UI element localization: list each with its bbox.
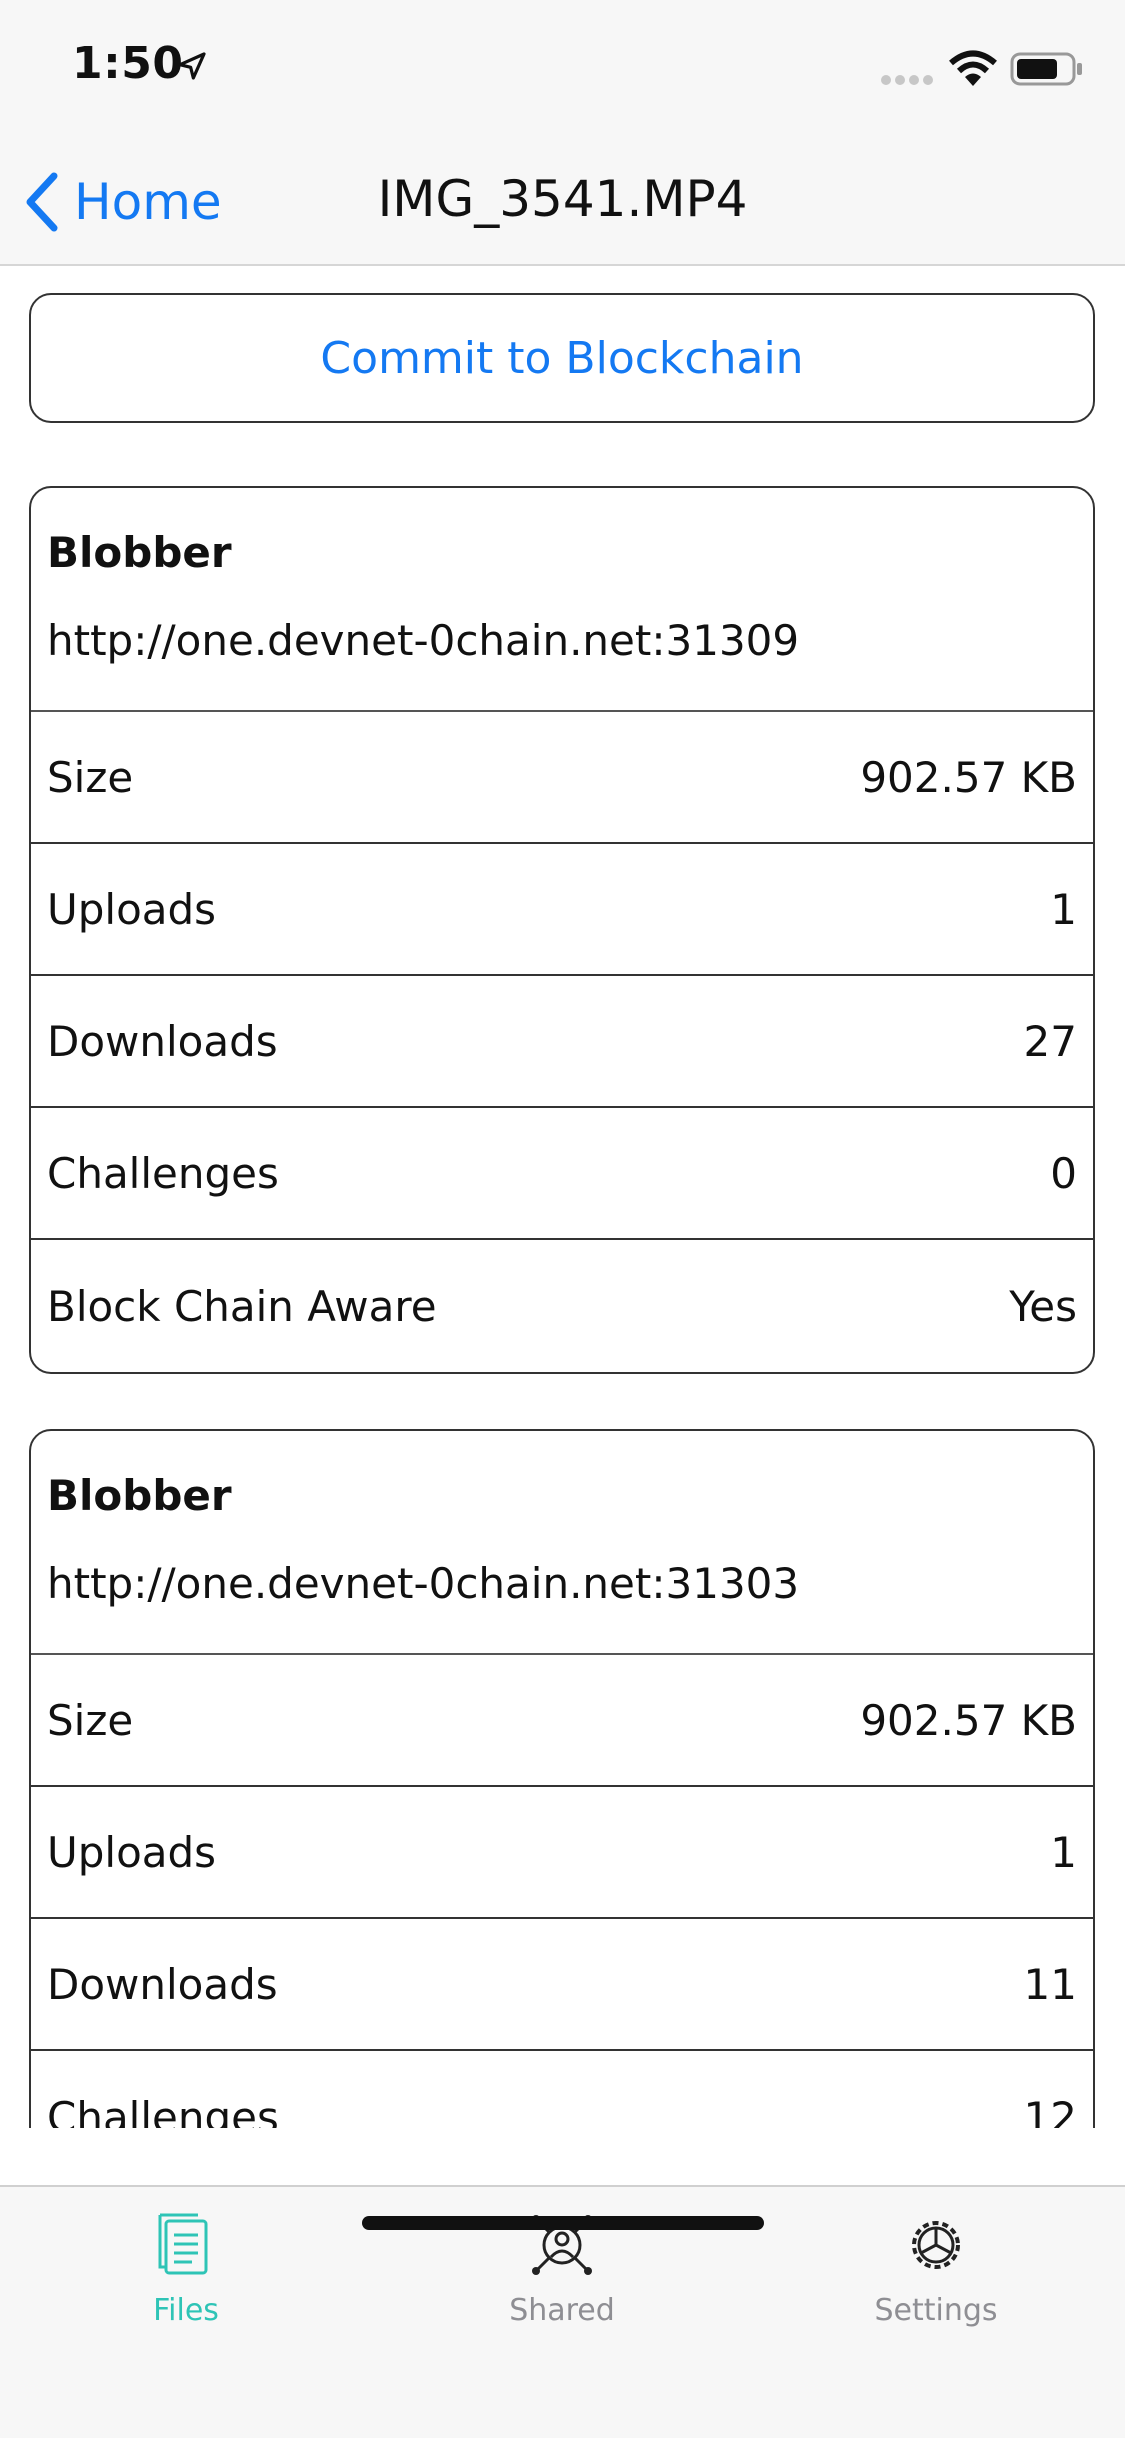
- row-label: Uploads: [47, 1827, 217, 1877]
- tab-files[interactable]: Files: [46, 2187, 326, 2387]
- tab-label: Settings: [874, 2293, 998, 2328]
- row-value: 0: [1050, 1148, 1077, 1198]
- row-value: 902.57 KB: [860, 752, 1077, 802]
- row-label: Block Chain Aware: [47, 1281, 437, 1331]
- blobber-url: http://one.devnet-0chain.net:31309: [47, 616, 800, 665]
- tab-label: Files: [153, 2293, 219, 2328]
- row-label: Size: [47, 752, 134, 802]
- blobber-header: Blobber http://one.devnet-0chain.net:313…: [31, 488, 1093, 712]
- row-label: Challenges: [47, 1148, 279, 1198]
- challenges-row: Challenges 12: [31, 2051, 1093, 2129]
- row-label: Downloads: [47, 1959, 278, 2009]
- tab-bar: Files Shared Settings: [0, 2185, 1125, 2438]
- row-value: 902.57 KB: [860, 1695, 1077, 1745]
- row-value: 1: [1050, 1827, 1077, 1877]
- uploads-row: Uploads 1: [31, 1787, 1093, 1919]
- challenges-row: Challenges 0: [31, 1108, 1093, 1240]
- navigation-bar: Home IMG_3541.MP4: [0, 140, 1125, 266]
- location-arrow-icon: [178, 52, 206, 80]
- wifi-icon: [949, 50, 997, 86]
- status-time: 1:50: [72, 38, 184, 89]
- scroll-content[interactable]: Commit to Blockchain Blobber http://one.…: [0, 266, 1125, 2128]
- blobber-title: Blobber: [47, 528, 232, 577]
- blobber-card: Blobber http://one.devnet-0chain.net:313…: [29, 1429, 1095, 2128]
- commit-to-blockchain-button[interactable]: Commit to Blockchain: [29, 293, 1095, 423]
- block-chain-aware-row: Block Chain Aware Yes: [31, 1240, 1093, 1372]
- row-label: Uploads: [47, 884, 217, 934]
- cellular-signal-icon: [881, 75, 933, 85]
- row-value: 11: [1023, 1959, 1077, 2009]
- size-row: Size 902.57 KB: [31, 1655, 1093, 1787]
- row-value: Yes: [1009, 1281, 1077, 1331]
- downloads-row: Downloads 27: [31, 976, 1093, 1108]
- row-label: Downloads: [47, 1016, 278, 1066]
- settings-icon: [912, 2221, 960, 2269]
- files-icon: [158, 2213, 208, 2275]
- page-title: IMG_3541.MP4: [377, 170, 748, 228]
- row-label: Challenges: [47, 2092, 279, 2129]
- row-label: Size: [47, 1695, 134, 1745]
- uploads-row: Uploads 1: [31, 844, 1093, 976]
- row-value: 27: [1023, 1016, 1077, 1066]
- blobber-card: Blobber http://one.devnet-0chain.net:313…: [29, 486, 1095, 1374]
- size-row: Size 902.57 KB: [31, 712, 1093, 844]
- tab-settings[interactable]: Settings: [796, 2187, 1076, 2387]
- row-value: 12: [1023, 2092, 1077, 2129]
- row-value: 1: [1050, 884, 1077, 934]
- tab-label: Shared: [509, 2293, 615, 2328]
- home-indicator: [362, 2216, 764, 2230]
- downloads-row: Downloads 11: [31, 1919, 1093, 2051]
- blobber-title: Blobber: [47, 1471, 232, 1520]
- blobber-header: Blobber http://one.devnet-0chain.net:313…: [31, 1431, 1093, 1655]
- blobber-url: http://one.devnet-0chain.net:31303: [47, 1559, 800, 1608]
- battery-icon: [1010, 52, 1082, 86]
- status-bar: 1:50: [0, 0, 1125, 140]
